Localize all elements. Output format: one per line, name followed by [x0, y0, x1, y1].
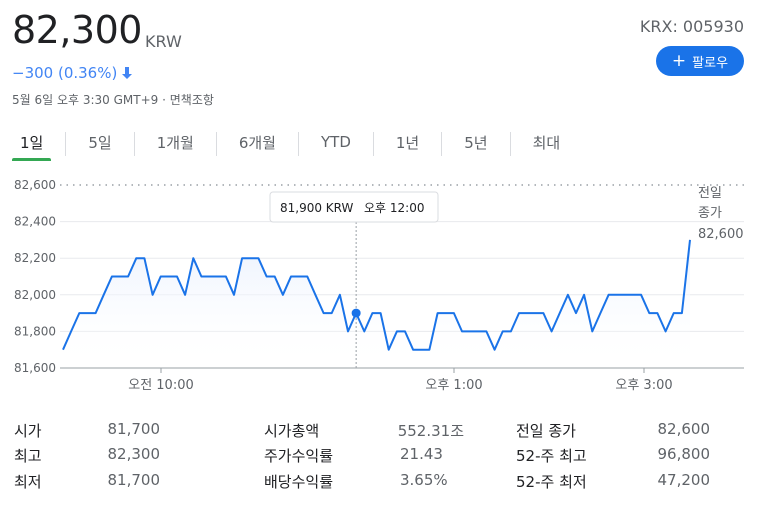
y-axis: 82,600 82,400 82,200 82,000 81,800 81,600: [14, 178, 56, 375]
stat-label: 최고: [14, 447, 42, 465]
y-tick-label: 81,800: [14, 324, 56, 338]
previous-close-label-line2: 종가: [698, 206, 722, 221]
tooltip: 81,900 KRW 오후 12:00: [269, 191, 439, 223]
previous-close-label: 전일 종가 82,600: [698, 186, 744, 242]
stat-value: 47,200: [657, 471, 711, 489]
stat-value: 81,700: [107, 471, 161, 489]
crosshair-dot: [351, 308, 361, 318]
currency-label: KRW: [145, 32, 182, 51]
tab-1d[interactable]: 1일: [12, 128, 52, 161]
quote-timestamp: 5월 6일 오후 3:30 GMT+9 · 면책조항: [12, 93, 214, 107]
previous-close-label-line1: 전일: [698, 186, 722, 201]
price-change-text: −300 (0.36%): [12, 64, 118, 82]
tab-divider: [441, 132, 443, 156]
stat-label: 시가: [14, 422, 42, 440]
stat-label: 최저: [14, 473, 42, 491]
tab-divider: [298, 132, 299, 156]
y-tick-label: 81,600: [14, 361, 56, 375]
stat-value: 3.65%: [400, 471, 448, 489]
follow-button-label: 팔로우: [692, 55, 729, 71]
tab-max[interactable]: 최대: [525, 128, 569, 161]
x-tick-label: 오후 1:00: [425, 378, 482, 393]
tab-1m[interactable]: 1개월: [149, 128, 202, 161]
plus-icon: +: [671, 50, 687, 71]
tab-divider: [215, 132, 217, 156]
price-chart[interactable]: 82,600 82,400 82,200 82,000 81,800 81,600 오전 …: [0, 170, 782, 402]
x-tick-label: 오후 3:00: [615, 378, 672, 393]
price-value: 82,300: [12, 8, 142, 52]
stat-label: 시가총액: [264, 422, 320, 440]
stat-label: 배당수익률: [264, 473, 334, 491]
tooltip-value: 81,900 KRW: [280, 201, 354, 215]
tooltip-time: 오후 12:00: [364, 201, 424, 215]
tab-1y[interactable]: 1년: [388, 128, 427, 161]
stat-label: 주가수익률: [264, 447, 334, 465]
stat-label: 52-주 최고: [516, 447, 587, 465]
y-tick-label: 82,400: [14, 215, 56, 229]
tab-divider: [133, 132, 135, 156]
stat-value: 82,600: [657, 420, 711, 438]
stat-value: 81,700: [107, 420, 161, 438]
range-tabs: 1일 5일 1개월 6개월 YTD 1년 5년 최대: [12, 128, 569, 161]
follow-button[interactable]: + 팔로우: [656, 46, 744, 76]
arrow-down-icon: [122, 67, 133, 79]
tab-5y[interactable]: 5년: [456, 128, 495, 161]
stat-value: 552.31조: [397, 422, 464, 440]
tab-divider: [65, 132, 67, 156]
y-tick-label: 82,600: [14, 178, 56, 192]
stat-value: 96,800: [657, 445, 711, 463]
tab-5d[interactable]: 5일: [80, 128, 119, 161]
stat-value: 82,300: [107, 445, 161, 463]
tab-divider: [509, 132, 511, 156]
stat-label: 전일 종가: [516, 422, 576, 440]
price-area-fill: [63, 239, 690, 368]
x-tick-label: 오전 10:00: [128, 378, 194, 393]
ticker-symbol: KRX: 005930: [639, 17, 744, 36]
y-tick-label: 82,200: [14, 251, 56, 265]
y-tick-label: 82,000: [14, 288, 56, 302]
stat-value: 21.43: [400, 445, 443, 463]
tab-ytd[interactable]: YTD: [313, 129, 359, 159]
tab-6m[interactable]: 6개월: [231, 128, 284, 161]
stat-label: 52-주 최저: [516, 473, 587, 491]
tab-divider: [372, 132, 374, 156]
previous-close-value: 82,600: [698, 227, 744, 242]
x-axis: 오전 10:00 오후 1:00 오후 3:00: [128, 368, 673, 393]
price-change: −300 (0.36%): [12, 64, 133, 82]
